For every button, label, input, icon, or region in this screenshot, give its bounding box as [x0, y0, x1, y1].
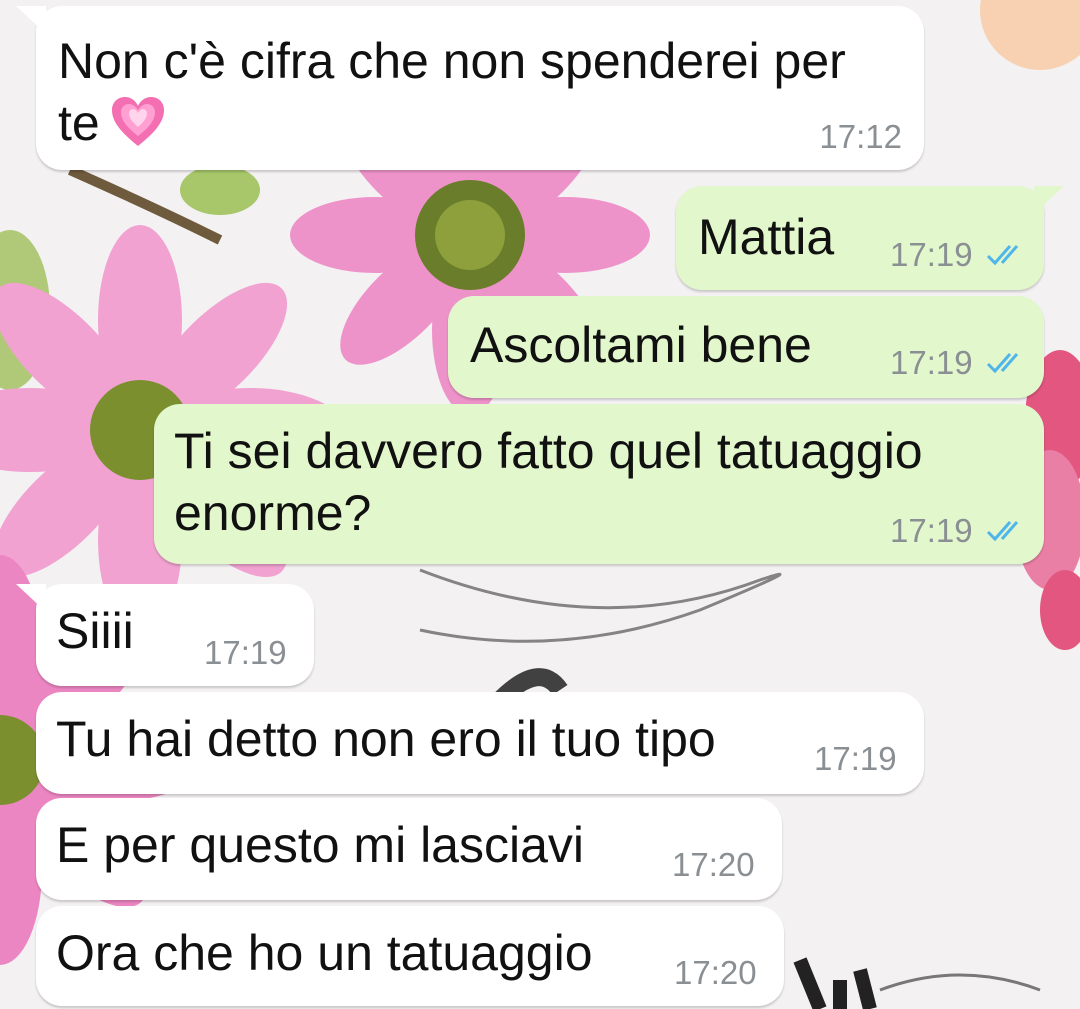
message-bubble-incoming[interactable]: E per questo mi lasciavi 17:20 — [36, 798, 782, 900]
double-check-icon — [986, 521, 1019, 542]
message-text: Tu hai detto non ero il tuo tipo — [56, 711, 716, 767]
message-text: E per questo mi lasciavi — [56, 817, 585, 873]
bubble-tail — [16, 584, 46, 612]
message-timestamp: 17:19 — [814, 740, 897, 777]
message-text: Ti sei davvero fatto quel tatuaggio enor… — [174, 423, 923, 541]
message-timestamp: 17:19 — [890, 512, 973, 549]
double-check-icon — [986, 353, 1019, 374]
growing-heart-emoji — [111, 97, 164, 146]
message-text: Siiii — [56, 603, 134, 659]
bubble-tail — [16, 6, 46, 34]
message-bubble-incoming[interactable]: Non c'è cifra che non spenderei per te 1… — [36, 6, 924, 170]
message-bubble-incoming[interactable]: Siiii 17:19 — [36, 584, 314, 686]
message-timestamp: 17:20 — [672, 846, 755, 883]
message-bubble-outgoing[interactable]: Mattia 17:19 — [676, 186, 1044, 290]
message-timestamp: 17:12 — [819, 118, 902, 155]
message-timestamp: 17:19 — [204, 634, 287, 671]
message-timestamp: 17:19 — [890, 236, 973, 273]
message-bubble-outgoing[interactable]: Ti sei davvero fatto quel tatuaggio enor… — [154, 404, 1044, 564]
message-timestamp: 17:19 — [890, 344, 973, 381]
message-timestamp: 17:20 — [674, 954, 757, 991]
bubble-tail — [1034, 186, 1064, 214]
message-bubble-incoming[interactable]: Ora che ho un tatuaggio 17:20 — [36, 906, 784, 1006]
message-bubble-outgoing[interactable]: Ascoltami bene 17:19 — [448, 296, 1044, 398]
message-bubble-incoming[interactable]: Tu hai detto non ero il tuo tipo 17:19 — [36, 692, 924, 794]
message-text: Non c'è cifra che non spenderei per te — [58, 33, 846, 151]
message-text: Ora che ho un tatuaggio — [56, 925, 593, 981]
double-check-icon — [986, 245, 1019, 266]
message-text: Mattia — [698, 209, 835, 265]
message-text: Ascoltami bene — [470, 317, 812, 373]
